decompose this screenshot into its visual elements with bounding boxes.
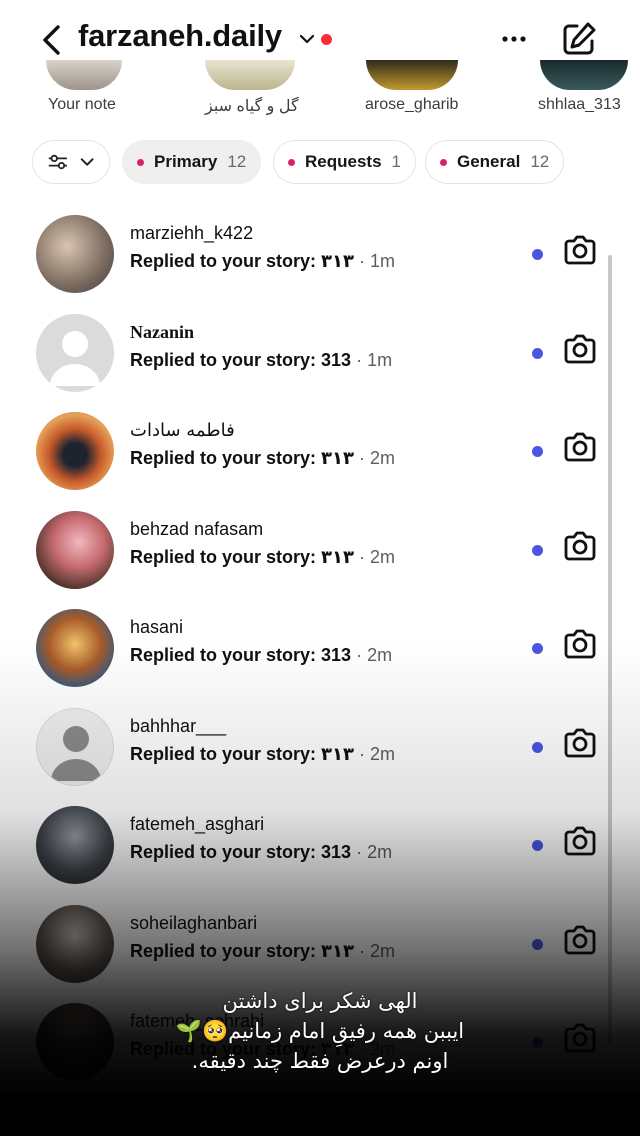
thread-username: bahhhar___ xyxy=(130,716,227,736)
notification-dot xyxy=(321,34,332,45)
avatar xyxy=(36,511,114,589)
thread-preview: Replied to your story: 313 · 2m xyxy=(130,645,393,665)
unread-dot xyxy=(532,939,543,950)
thread-preview: Replied to your story: ۳۱۳ · 2m xyxy=(130,941,395,961)
avatar xyxy=(36,708,114,786)
notes-row: Your note گل و گیاه سبز arose_gharib shh… xyxy=(0,60,640,122)
note-label: Your note xyxy=(48,96,116,113)
caption-line: الهی شکر برای داشتن xyxy=(222,989,418,1013)
more-options-icon[interactable] xyxy=(500,28,528,50)
thread-preview: Replied to your story: ۳۱۳ · 2m xyxy=(130,744,395,764)
thread-row[interactable]: فاطمه سادات Replied to your story: ۳۱۳ ·… xyxy=(0,402,640,500)
default-avatar-icon xyxy=(50,331,100,386)
thread-username: marziehh_k422 xyxy=(130,223,254,243)
unread-dot xyxy=(532,643,543,654)
camera-icon[interactable] xyxy=(562,824,598,858)
account-title[interactable]: farzaneh.daily xyxy=(78,18,282,54)
thread-preview: Replied to your story: ۳۱۳ · 2m xyxy=(130,547,395,567)
unread-dot xyxy=(532,840,543,851)
note-avatar-golo-giah[interactable] xyxy=(205,60,295,90)
avatar xyxy=(36,314,114,392)
thread-preview: Replied to your story: ۳۱۳ · 2m xyxy=(130,448,395,468)
filter-requests-count: 1 xyxy=(391,152,401,171)
note-avatar-yours[interactable] xyxy=(46,60,122,90)
unread-dot xyxy=(532,446,543,457)
camera-icon[interactable] xyxy=(562,726,598,760)
avatar xyxy=(36,412,114,490)
filter-primary-count: 12 xyxy=(227,152,247,171)
thread-preview: Replied to your story: 313 · 2m xyxy=(130,842,393,862)
scrollbar[interactable] xyxy=(608,255,612,1045)
thread-preview: Replied to your story: ۳۱۳ · 1m xyxy=(130,251,395,271)
note-avatar-shhlaa[interactable] xyxy=(540,60,628,90)
filter-requests[interactable]: Requests 1 xyxy=(273,140,416,184)
caption-line: ایببن همه رفیقِ امام زمانیم🥺🌱 xyxy=(175,1019,465,1043)
thread-row[interactable]: marziehh_k422 Replied to your story: ۳۱۳… xyxy=(0,205,640,303)
camera-icon[interactable] xyxy=(562,332,598,366)
filter-general-label: General xyxy=(457,152,521,171)
filter-dot xyxy=(288,158,295,166)
note-label: shhlaa_313 xyxy=(538,96,621,113)
caption-line: اونم درعرض فقط چند دقیقه. xyxy=(191,1049,449,1073)
filter-general-count: 12 xyxy=(530,152,550,171)
thread-row[interactable]: hasani Replied to your story: 313 · 2m xyxy=(0,599,640,697)
camera-icon[interactable] xyxy=(562,233,598,267)
filter-dot xyxy=(137,158,144,166)
chevron-down-icon[interactable] xyxy=(298,32,316,46)
thread-username: fatemeh_asghari xyxy=(130,814,265,834)
back-arrow-icon[interactable] xyxy=(36,22,70,58)
note-label: arose_gharib xyxy=(365,96,459,113)
thread-row[interactable]: fatemeh_asghari Replied to your story: 3… xyxy=(0,796,640,894)
thread-username: Nazanin xyxy=(130,322,195,342)
chevron-down-icon xyxy=(80,158,94,166)
thread-username: soheilaghanbari xyxy=(130,913,258,933)
avatar xyxy=(36,215,114,293)
unread-dot xyxy=(532,742,543,753)
filter-requests-label: Requests xyxy=(305,152,382,171)
avatar xyxy=(36,806,114,884)
avatar xyxy=(36,905,114,983)
note-avatar-arose[interactable] xyxy=(366,60,458,90)
filter-bar: Primary 12 Requests 1 General 12 xyxy=(0,140,640,186)
filter-primary[interactable]: Primary 12 xyxy=(122,140,262,184)
thread-row[interactable]: bahhhar___ Replied to your story: ۳۱۳ · … xyxy=(0,698,640,796)
filter-primary-label: Primary xyxy=(154,152,218,171)
compose-icon[interactable] xyxy=(560,20,598,58)
thread-preview: Replied to your story: 313 · 1m xyxy=(130,350,393,370)
thread-username: behzad nafasam xyxy=(130,519,264,539)
filter-general[interactable]: General 12 xyxy=(425,140,565,184)
camera-icon[interactable] xyxy=(562,627,598,661)
camera-icon[interactable] xyxy=(562,430,598,464)
thread-row[interactable]: behzad nafasam Replied to your story: ۳۱… xyxy=(0,501,640,599)
unread-dot xyxy=(532,348,543,359)
unread-dot xyxy=(532,545,543,556)
camera-icon[interactable] xyxy=(562,529,598,563)
thread-username: hasani xyxy=(130,617,184,637)
story-caption: الهی شکر برای داشتن ایببن همه رفیقِ امام… xyxy=(0,986,640,1076)
note-label: گل و گیاه سبز xyxy=(205,98,299,115)
filter-dot xyxy=(440,158,447,166)
thread-row[interactable]: soheilaghanbari Replied to your story: ۳… xyxy=(0,895,640,993)
sliders-icon xyxy=(48,154,67,170)
thread-row[interactable]: Nazanin Replied to your story: 313 · 1m xyxy=(0,304,640,402)
filter-settings-button[interactable] xyxy=(32,140,110,184)
camera-icon[interactable] xyxy=(562,923,598,957)
avatar xyxy=(36,609,114,687)
default-avatar-icon xyxy=(51,726,101,781)
unread-dot xyxy=(532,249,543,260)
thread-username: فاطمه سادات xyxy=(130,420,235,441)
